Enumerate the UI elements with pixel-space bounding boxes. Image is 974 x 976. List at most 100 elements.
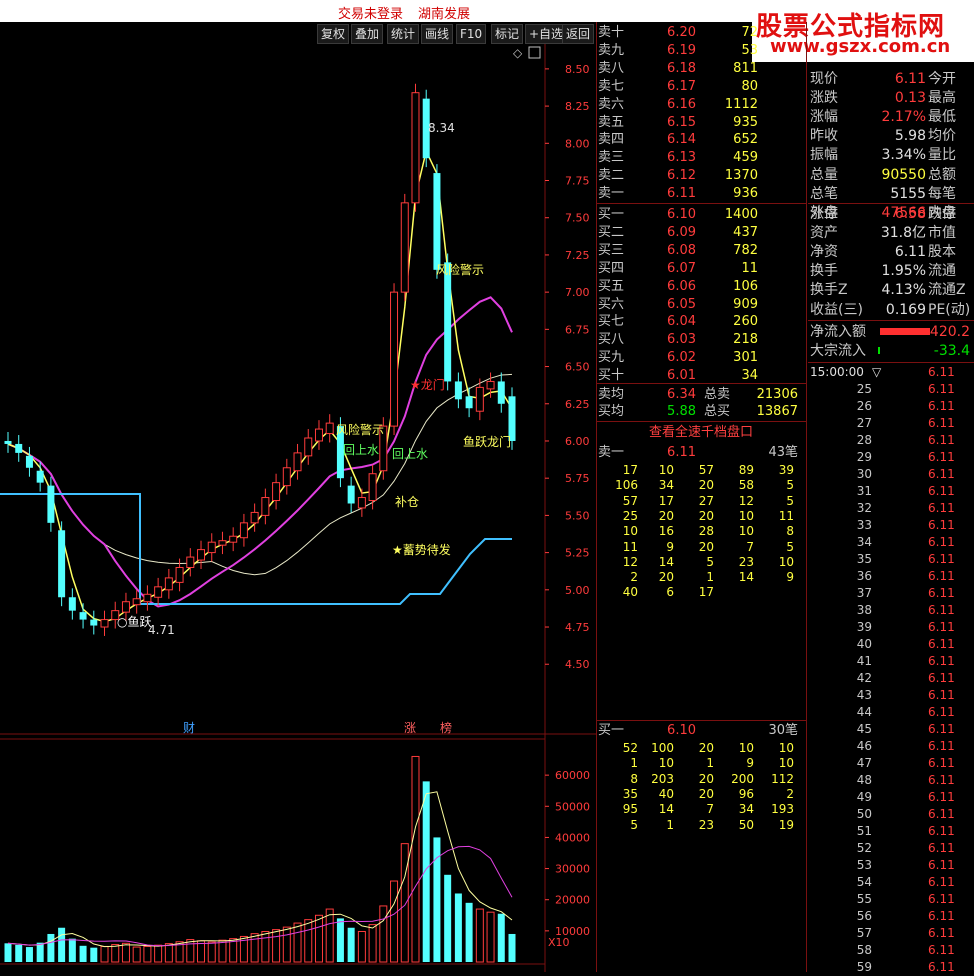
stat-row-3: 涨幅 2.17% 最低 xyxy=(810,109,956,126)
volume-bar xyxy=(79,945,87,962)
queue-row: 52 100 20 10 10 xyxy=(622,741,794,755)
bid-level-4[interactable]: 买四 6.07 11 xyxy=(596,260,808,278)
stat-row-4: 换手 1.95% 流通 xyxy=(810,263,956,280)
ask-level-5[interactable]: 卖六 6.16 1112 xyxy=(596,96,808,114)
volume-bar xyxy=(465,902,473,962)
stat-row-4: 昨收 5.98 均价 xyxy=(810,128,956,145)
queue-row: 40 6 17 xyxy=(622,585,714,600)
candle xyxy=(79,612,87,620)
price-tick-label: 7.00 xyxy=(565,286,590,299)
volume-bar xyxy=(207,941,216,963)
price-tick-label: 4.50 xyxy=(565,658,590,671)
candle xyxy=(197,549,206,561)
diamond-icon[interactable]: ◇ xyxy=(513,46,523,60)
back-button[interactable]: 返回 xyxy=(562,24,595,44)
finance-marker[interactable]: 财 xyxy=(183,721,195,735)
stat-row-6: 收益(三) 0.169 PE(动) xyxy=(810,301,971,318)
tick-row: 34 6.11 xyxy=(856,535,955,549)
price-tick-label: 4.75 xyxy=(565,621,590,634)
tick-row: 54 6.11 xyxy=(856,875,955,889)
candle xyxy=(175,566,184,583)
stats-button[interactable]: 统计 xyxy=(387,24,420,44)
ask-level-8[interactable]: 卖三 6.13 459 xyxy=(596,149,808,167)
dragon-gate-label: ★龙门 xyxy=(410,377,445,392)
tick-row: 32 6.11 xyxy=(856,501,955,515)
block-inflow-bar xyxy=(878,347,880,354)
volume-bar xyxy=(497,913,505,962)
volume-bar xyxy=(25,947,33,962)
full-depth-link[interactable]: 查看全速千档盘口 xyxy=(596,424,806,442)
filter-icon[interactable]: ▽ xyxy=(872,364,881,381)
ranking-marker[interactable]: 榜 xyxy=(440,720,452,735)
add-watchlist-button[interactable]: +自选 xyxy=(525,24,568,44)
tick-row: 30 6.11 xyxy=(856,467,955,481)
candle xyxy=(293,452,302,472)
mark-button[interactable]: 标记 xyxy=(491,24,524,44)
limit-up-marker[interactable]: 涨 xyxy=(404,720,416,735)
tick-row: 47 6.11 xyxy=(856,756,955,770)
risk-warning-label-1: 风险警示 xyxy=(336,422,384,437)
f10-button[interactable]: F10 xyxy=(456,24,487,44)
volume-bar xyxy=(347,927,355,962)
ask-level-3[interactable]: 卖八 6.18 811 xyxy=(596,60,808,78)
volume-bar xyxy=(164,943,173,963)
candle xyxy=(325,422,334,435)
draw-button[interactable]: 画线 xyxy=(421,24,454,44)
volume-bar xyxy=(272,929,281,963)
volume-bar xyxy=(475,908,484,963)
ask-level-10[interactable]: 卖一 6.11 936 xyxy=(596,185,808,203)
stat-row-5: 振幅 3.34% 量比 xyxy=(810,147,956,164)
volume-tick-label: 50000 xyxy=(555,800,590,813)
stat-row-1: 现价 6.11 今开 xyxy=(810,71,956,87)
login-status[interactable]: 交易未登录 xyxy=(338,3,403,22)
tick-row: 37 6.11 xyxy=(856,586,955,600)
ask-level-6[interactable]: 卖五 6.15 935 xyxy=(596,114,808,132)
tick-row: 42 6.11 xyxy=(856,671,955,685)
ask-level-7[interactable]: 卖四 6.14 652 xyxy=(596,131,808,149)
candle xyxy=(186,556,195,568)
tick-row: 38 6.11 xyxy=(856,603,955,617)
candle xyxy=(347,485,355,504)
bid-level-8[interactable]: 买八 6.03 218 xyxy=(596,331,808,349)
bid-level-6[interactable]: 买六 6.05 909 xyxy=(596,296,808,314)
volume-bar xyxy=(336,918,344,962)
volume-tick-label: 20000 xyxy=(555,894,590,907)
candle xyxy=(272,482,281,502)
fuquan-button[interactable]: 复权 xyxy=(317,24,350,44)
price-tick-label: 7.50 xyxy=(565,212,590,225)
queue-row: 95 14 7 34 193 xyxy=(622,802,794,817)
volume-bar xyxy=(143,945,152,963)
bid-level-7[interactable]: 买七 6.04 260 xyxy=(596,313,808,331)
volume-bar xyxy=(390,880,399,963)
bid-level-5[interactable]: 买五 6.06 106 xyxy=(596,278,808,296)
tick-row: 43 6.11 xyxy=(856,688,955,702)
volume-bar xyxy=(47,933,55,962)
overlay-button[interactable]: 叠加 xyxy=(351,24,384,44)
tick-row: 48 6.11 xyxy=(856,773,955,787)
candle xyxy=(411,92,420,204)
volume-bar xyxy=(218,939,227,963)
candle xyxy=(486,380,495,390)
above-water-label-2: 回上水 xyxy=(392,447,428,461)
kline-chart[interactable]: 8.50 8.25 8.00 7.75 7.50 7.25 7.00 6.75 6.50 6.25… xyxy=(0,44,596,972)
candle xyxy=(58,530,66,598)
queue-row: 11 9 20 7 5 xyxy=(622,539,794,554)
ask-queue-header: 卖一 6.11 43笔 xyxy=(598,445,798,460)
bid-level-2[interactable]: 买二 6.09 437 xyxy=(596,224,808,242)
bid-level-1[interactable]: 买一 6.10 1400 xyxy=(596,206,808,224)
ask-level-9[interactable]: 卖二 6.12 1370 xyxy=(596,167,808,185)
ask-level-4[interactable]: 卖七 6.17 80 xyxy=(596,78,808,96)
tick-row: 44 6.11 xyxy=(856,705,955,719)
candle xyxy=(121,601,130,613)
bid-level-9[interactable]: 买九 6.02 301 xyxy=(596,349,808,367)
bid-level-3[interactable]: 买三 6.08 782 xyxy=(596,242,808,260)
volume-bar xyxy=(4,943,12,962)
volume-bar xyxy=(486,911,495,963)
queue-row: 35 40 20 96 2 xyxy=(622,786,794,801)
queue-row: 106 34 20 58 5 xyxy=(615,478,794,493)
ask-level-1[interactable]: 卖十 6.20 72 xyxy=(596,24,808,42)
queue-row: 8 203 20 200 112 xyxy=(630,771,794,786)
ask-level-2[interactable]: 卖九 6.19 53 xyxy=(596,42,808,60)
tick-row: 25 6.11 xyxy=(856,382,955,396)
price-tick-label: 5.00 xyxy=(565,584,590,597)
